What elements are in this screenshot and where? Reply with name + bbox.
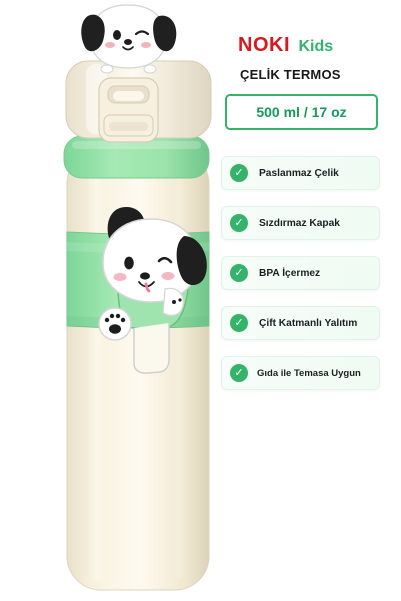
feature-label: Sızdırmaz Kapak [259,217,340,229]
brand-kids: Kids [298,38,334,55]
product-type-title: ÇELİK TERMOS [240,67,341,82]
feature-item-stainless-steel: ✓ Paslanmaz Çelik [221,156,380,190]
check-icon: ✓ [230,264,248,282]
check-icon: ✓ [230,164,248,182]
check-icon: ✓ [230,214,248,232]
feature-item-leakproof-lid: ✓ Sızdırmaz Kapak [221,206,380,240]
product-image-thermos [63,4,212,591]
feature-item-food-safe: ✓ Gıda ile Temasa Uygun [221,356,380,390]
capacity-badge: 500 ml / 17 oz [225,94,378,130]
feature-label: Paslanmaz Çelik [259,167,339,179]
feature-label: BPA İçermez [259,267,321,279]
feature-label: Gıda ile Temasa Uygun [257,367,361,379]
check-icon: ✓ [230,314,248,332]
brand-noki: NOKI [238,34,290,56]
thermos-lid [65,60,212,143]
feature-item-double-wall: ✓ Çift Katmanlı Yalıtım [221,306,380,340]
feature-label: Çift Katmanlı Yalıtım [259,317,358,329]
check-icon: ✓ [230,364,248,382]
brand-name: NOKI Kids [238,34,388,57]
feature-list: ✓ Paslanmaz Çelik ✓ Sızdırmaz Kapak ✓ BP… [221,156,380,406]
feature-item-bpa-free: ✓ BPA İçermez [221,256,380,290]
product-page: NOKI Kids ÇELİK TERMOS 500 ml / 17 oz ✓ … [0,0,401,601]
